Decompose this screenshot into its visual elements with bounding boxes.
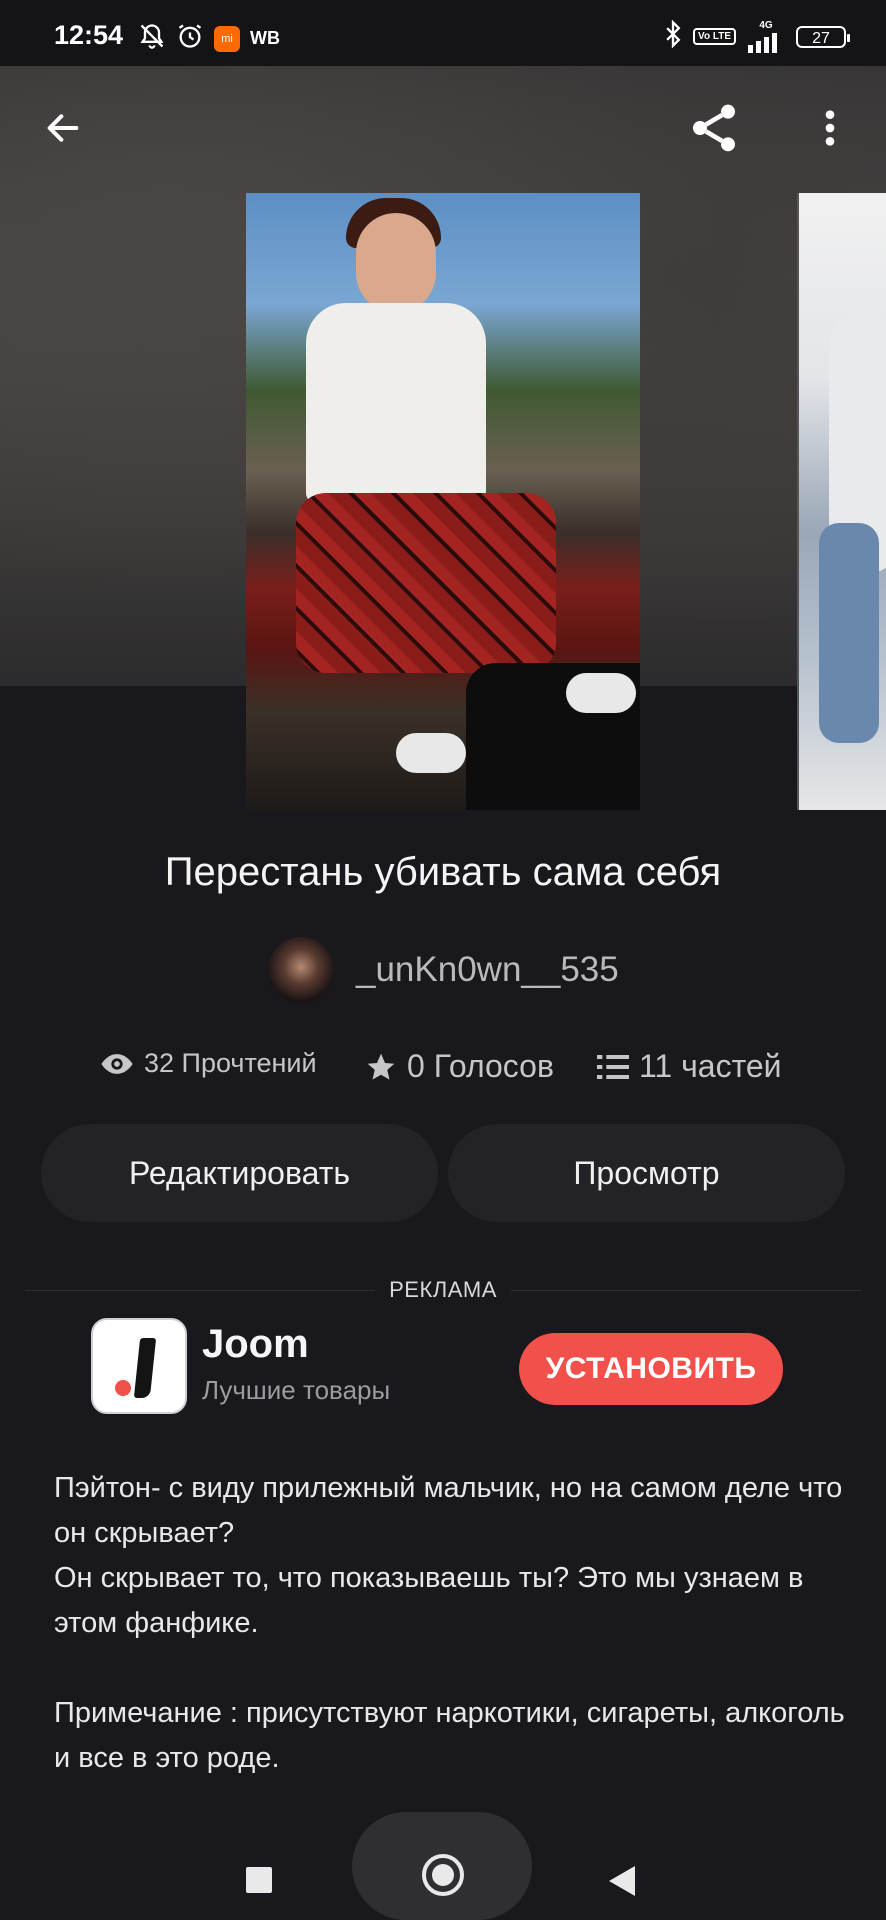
- volte-icon: Vo LTE: [693, 28, 736, 45]
- mi-app-icon: mi: [214, 25, 240, 52]
- description-paragraph: Пэйтон- с виду прилежный мальчик, но на …: [54, 1472, 843, 1639]
- author-name[interactable]: _unKn0wn__535: [356, 950, 619, 990]
- ad-label-text: РЕКЛАМА: [375, 1277, 511, 1302]
- preview-button[interactable]: Просмотр: [448, 1124, 845, 1222]
- network-type: 4G: [759, 19, 773, 31]
- next-cover-image[interactable]: [797, 193, 886, 810]
- joom-logo-icon[interactable]: [91, 1318, 187, 1414]
- wb-notification: WB: [250, 28, 280, 48]
- story-stats: 32 Прочтений 0 Голосов 11 частей: [0, 1048, 886, 1088]
- description-paragraph: Примечание : присутствуют наркотики, сиг…: [54, 1697, 845, 1774]
- ad-app-name[interactable]: Joom: [202, 1322, 309, 1367]
- battery-icon: 27: [796, 25, 850, 48]
- author-avatar[interactable]: [268, 937, 334, 1003]
- reads-stat: 32 Прочтений: [100, 1048, 317, 1079]
- home-icon[interactable]: [422, 1854, 464, 1896]
- list-icon: [597, 1054, 629, 1079]
- back-button[interactable]: [33, 98, 93, 158]
- more-vertical-icon: [825, 110, 835, 146]
- ad-label: РЕКЛАМА: [0, 1277, 886, 1303]
- votes-count: 0 Голосов: [407, 1048, 554, 1084]
- story-title: Перестань убивать сама себя: [164, 850, 722, 894]
- reads-count: 32 Прочтений: [144, 1048, 317, 1078]
- system-nav-bar: [0, 1810, 886, 1920]
- back-nav-icon[interactable]: [609, 1866, 635, 1896]
- status-bar: 12:54 mi WB Vo LTE 4G 27: [0, 0, 886, 66]
- eye-icon: [101, 1053, 133, 1074]
- recents-button[interactable]: [246, 1867, 272, 1893]
- story-cover-image[interactable]: [246, 193, 640, 810]
- author-link[interactable]: _unKn0wn__535: [268, 937, 619, 1003]
- share-button[interactable]: [684, 98, 744, 158]
- share-icon: [693, 104, 735, 152]
- star-icon: [367, 1053, 395, 1080]
- signal-indicator: 4G: [746, 19, 786, 53]
- signal-icon: [748, 32, 777, 53]
- edit-button[interactable]: Редактировать: [41, 1124, 438, 1222]
- install-button[interactable]: УСТАНОВИТЬ: [519, 1333, 783, 1405]
- bluetooth-icon: [663, 19, 683, 53]
- ad-tagline: Лучшие товары: [202, 1375, 391, 1405]
- alarm-icon: [176, 22, 204, 55]
- story-description: Пэйтон- с виду прилежный мальчик, но на …: [54, 1466, 854, 1781]
- status-time: 12:54: [54, 20, 124, 50]
- parts-count: 11 частей: [639, 1048, 782, 1084]
- more-options-button[interactable]: [800, 98, 860, 158]
- bell-off-icon: [138, 22, 166, 55]
- votes-stat: 0 Голосов: [365, 1048, 554, 1085]
- parts-stat[interactable]: 11 частей: [597, 1048, 782, 1085]
- arrow-left-icon: [47, 114, 79, 142]
